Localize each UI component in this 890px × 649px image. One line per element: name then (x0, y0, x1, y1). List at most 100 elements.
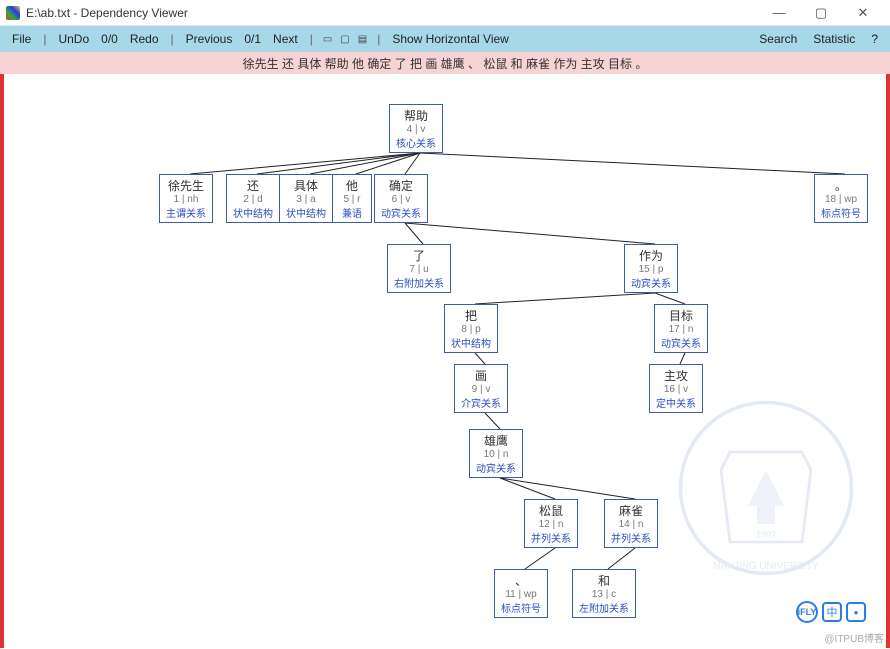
node-word: 作为 (631, 247, 671, 264)
tree-node-n3[interactable]: 具体3 | a状中结构 (279, 174, 333, 223)
tree-node-n10[interactable]: 雄鹰10 | n动宾关系 (469, 429, 523, 478)
node-pos: 9 | v (461, 384, 501, 395)
tree-node-n18[interactable]: 。18 | wp标点符号 (814, 174, 868, 223)
node-rel: 动宾关系 (631, 275, 671, 290)
node-pos: 3 | a (286, 194, 326, 205)
node-pos: 8 | p (451, 324, 491, 335)
menu-undo[interactable]: UnDo (54, 32, 93, 46)
menu-redo[interactable]: Redo (126, 32, 163, 46)
node-word: 麻雀 (611, 502, 651, 519)
window-title: E:\ab.txt - Dependency Viewer (26, 6, 758, 20)
menu-separator: | (306, 32, 317, 46)
tree-node-n2[interactable]: 还2 | d状中结构 (226, 174, 280, 223)
node-word: 徐先生 (166, 177, 206, 194)
menu-file[interactable]: File (8, 32, 35, 46)
close-button[interactable]: ✕ (842, 0, 884, 26)
minimize-button[interactable]: — (758, 0, 800, 26)
tree-node-n8[interactable]: 把8 | p状中结构 (444, 304, 498, 353)
view-mode-1-icon[interactable]: ▭ (321, 34, 334, 45)
tree-node-n12[interactable]: 松鼠12 | n并列关系 (524, 499, 578, 548)
sentence-text: 徐先生 还 具体 帮助 他 确定 了 把 画 雄鹰 、 松鼠 和 麻雀 作为 主… (243, 55, 648, 72)
node-pos: 12 | n (531, 519, 571, 530)
tree-node-n5[interactable]: 他5 | r兼语 (332, 174, 372, 223)
maximize-button[interactable]: ▢ (800, 0, 842, 26)
node-pos: 14 | n (611, 519, 651, 530)
svg-text:1902: 1902 (756, 530, 776, 540)
node-rel: 定中关系 (656, 395, 696, 410)
menu-search[interactable]: Search (755, 32, 801, 46)
tree-node-n16[interactable]: 主攻16 | v定中关系 (649, 364, 703, 413)
node-rel: 左附加关系 (579, 600, 629, 615)
node-word: 他 (339, 177, 365, 194)
node-rel: 状中结构 (233, 205, 273, 220)
tree-node-n15[interactable]: 作为15 | p动宾关系 (624, 244, 678, 293)
node-pos: 5 | r (339, 194, 365, 205)
node-rel: 介宾关系 (461, 395, 501, 410)
titlebar: E:\ab.txt - Dependency Viewer — ▢ ✕ (0, 0, 890, 26)
node-pos: 10 | n (476, 449, 516, 460)
menubar: File | UnDo 0/0 Redo | Previous 0/1 Next… (0, 26, 890, 52)
view-mode-3-icon[interactable]: ▤ (356, 34, 369, 45)
menu-help[interactable]: ? (867, 32, 882, 46)
menu-statistic[interactable]: Statistic (809, 32, 859, 46)
tree-node-n13[interactable]: 和13 | c左附加关系 (572, 569, 636, 618)
node-word: 具体 (286, 177, 326, 194)
node-rel: 并列关系 (531, 530, 571, 545)
node-pos: 2 | d (233, 194, 273, 205)
ime-indicator: iFLY 中 • (796, 601, 866, 623)
svg-text:NANJING UNIVERSITY: NANJING UNIVERSITY (713, 561, 819, 572)
node-word: 和 (579, 572, 629, 589)
tree-node-n6[interactable]: 确定6 | v动宾关系 (374, 174, 428, 223)
node-pos: 11 | wp (501, 589, 541, 600)
node-pos: 18 | wp (821, 194, 861, 205)
menu-separator: | (39, 32, 50, 46)
node-word: 、 (501, 572, 541, 589)
dependency-canvas[interactable]: 1902 NANJING UNIVERSITY iFLY 中 • 帮助4 | v… (0, 74, 890, 648)
node-pos: 7 | u (394, 264, 444, 275)
footer-watermark: @ITPUB博客 (824, 630, 884, 645)
node-word: 还 (233, 177, 273, 194)
menu-show-horizontal[interactable]: Show Horizontal View (388, 32, 513, 46)
view-mode-2-icon[interactable]: ▢ (338, 34, 351, 45)
node-pos: 15 | p (631, 264, 671, 275)
node-pos: 6 | v (381, 194, 421, 205)
tree-node-n1[interactable]: 徐先生1 | nh主谓关系 (159, 174, 213, 223)
node-rel: 兼语 (339, 205, 365, 220)
tree-node-n9[interactable]: 画9 | v介宾关系 (454, 364, 508, 413)
node-word: 把 (451, 307, 491, 324)
tree-node-n11[interactable]: 、11 | wp标点符号 (494, 569, 548, 618)
sentence-bar: 徐先生 还 具体 帮助 他 确定 了 把 画 雄鹰 、 松鼠 和 麻雀 作为 主… (0, 52, 890, 74)
node-word: 松鼠 (531, 502, 571, 519)
node-rel: 核心关系 (396, 135, 436, 150)
node-word: 了 (394, 247, 444, 264)
node-pos: 13 | c (579, 589, 629, 600)
node-rel: 动宾关系 (381, 205, 421, 220)
node-rel: 状中结构 (286, 205, 326, 220)
menu-next[interactable]: Next (269, 32, 302, 46)
tree-node-n7[interactable]: 了7 | u右附加关系 (387, 244, 451, 293)
menu-separator: | (373, 32, 384, 46)
menu-previous[interactable]: Previous (182, 32, 237, 46)
node-pos: 1 | nh (166, 194, 206, 205)
node-word: 主攻 (656, 367, 696, 384)
tree-node-n17[interactable]: 目标17 | n动宾关系 (654, 304, 708, 353)
node-rel: 标点符号 (821, 205, 861, 220)
tree-node-n4[interactable]: 帮助4 | v核心关系 (389, 104, 443, 153)
node-rel: 标点符号 (501, 600, 541, 615)
node-word: 画 (461, 367, 501, 384)
node-pos: 16 | v (656, 384, 696, 395)
node-word: 目标 (661, 307, 701, 324)
menu-separator: | (167, 32, 178, 46)
ifly-icon[interactable]: iFLY (796, 601, 818, 623)
ime-punct-icon[interactable]: • (846, 602, 866, 622)
node-word: 确定 (381, 177, 421, 194)
node-word: 雄鹰 (476, 432, 516, 449)
ime-cn-icon[interactable]: 中 (822, 602, 842, 622)
app-icon (6, 6, 20, 20)
previous-count: 0/1 (240, 32, 265, 46)
node-rel: 动宾关系 (476, 460, 516, 475)
tree-node-n14[interactable]: 麻雀14 | n并列关系 (604, 499, 658, 548)
node-word: 。 (821, 177, 861, 194)
node-rel: 状中结构 (451, 335, 491, 350)
node-rel: 动宾关系 (661, 335, 701, 350)
